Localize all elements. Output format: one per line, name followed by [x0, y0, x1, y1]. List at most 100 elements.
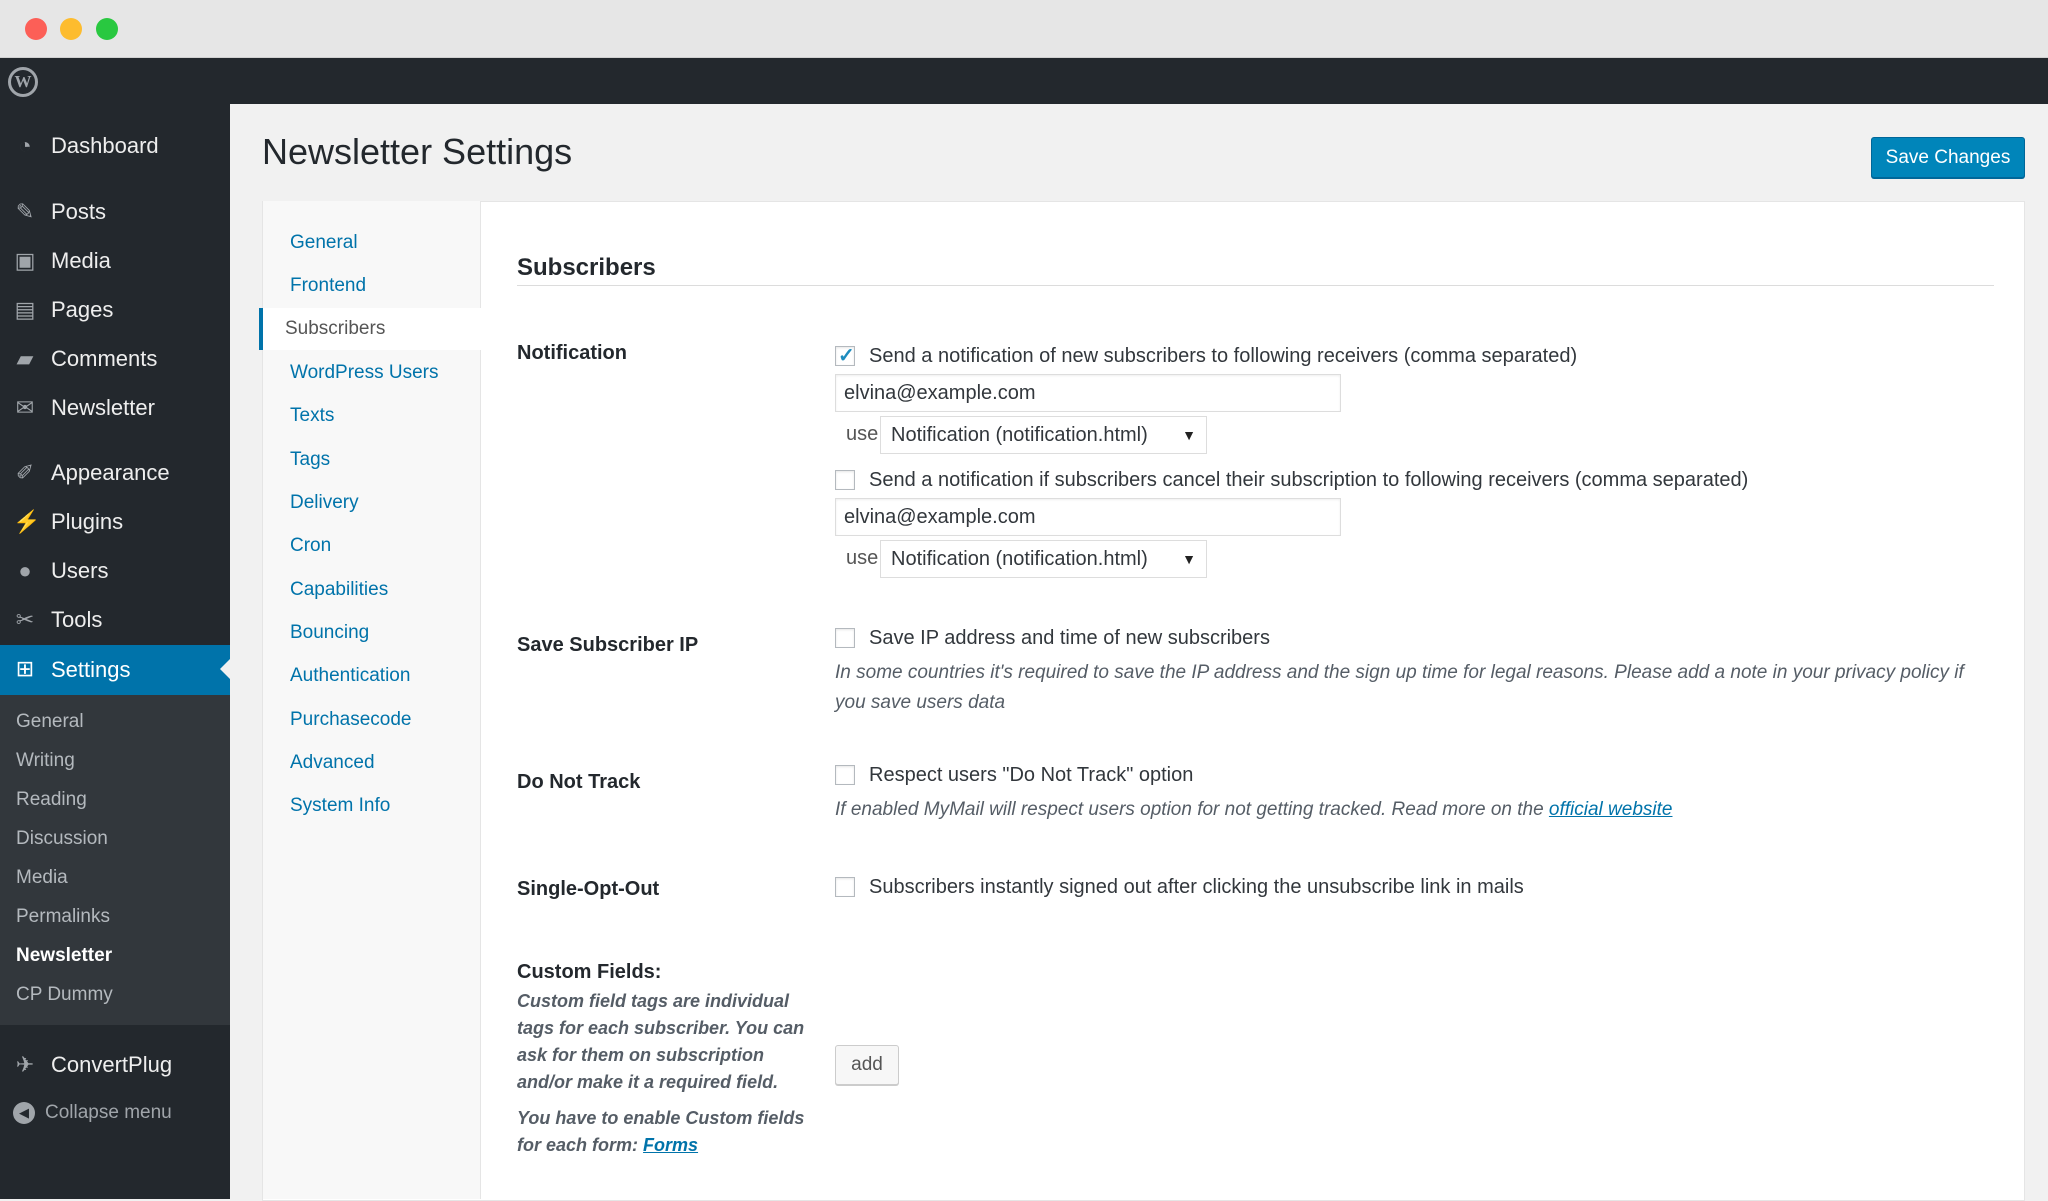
menu-item-pages[interactable]: ▤ Pages: [0, 286, 230, 334]
envelope-icon: ✉: [15, 395, 35, 420]
page-title: Newsletter Settings: [262, 131, 573, 172]
single-opt-out-text: Subscribers instantly signed out after c…: [869, 876, 1524, 898]
menu-item-comments[interactable]: ▰ Comments: [0, 335, 230, 383]
new-subscriber-notification-text: Send a notification of new subscribers t…: [869, 345, 1578, 367]
tab-cron[interactable]: Cron: [290, 534, 331, 558]
tab-bouncing[interactable]: Bouncing: [290, 621, 369, 645]
select-value: Notification (notification.html): [891, 424, 1148, 446]
user-icon: ●: [18, 558, 32, 583]
cancel-notification-text: Send a notification if subscribers cance…: [869, 469, 1749, 491]
save-ip-text: Save IP address and time of new subscrib…: [869, 627, 1270, 649]
use-label: use: [846, 547, 879, 569]
menu-item-label: ConvertPlug: [51, 1052, 173, 1077]
tab-texts[interactable]: Texts: [290, 404, 334, 428]
menu-item-label: Posts: [51, 199, 107, 224]
save-changes-button[interactable]: Save Changes: [1871, 137, 2025, 178]
menu-item-label: Newsletter: [51, 395, 155, 420]
new-subscriber-email-input[interactable]: elvina@example.com: [835, 374, 1341, 412]
media-icon: ▣: [14, 248, 36, 273]
notification-label: Notification: [517, 342, 627, 364]
tab-advanced[interactable]: Advanced: [290, 751, 375, 775]
menu-item-posts[interactable]: ✎ Posts: [0, 188, 230, 236]
admin-bar: W: [0, 58, 2048, 104]
minimize-window-button[interactable]: [60, 18, 82, 40]
menu-item-settings[interactable]: ⊞ Settings: [0, 645, 230, 695]
menu-item-appearance[interactable]: ✐ Appearance: [0, 449, 230, 497]
use-label: use: [846, 423, 879, 445]
submenu-item-reading[interactable]: Reading: [16, 788, 87, 812]
cancel-template-select[interactable]: Notification (notification.html) ▼: [880, 540, 1207, 578]
submenu-item-general[interactable]: General: [16, 710, 84, 734]
submenu-item-discussion[interactable]: Discussion: [16, 827, 108, 851]
checkmark-icon: ✓: [838, 345, 855, 367]
custom-fields-description: Custom field tags are individual tags fo…: [517, 991, 805, 1092]
official-website-link[interactable]: official website: [1549, 799, 1673, 820]
submenu-item-permalinks[interactable]: Permalinks: [16, 905, 110, 929]
tab-tags[interactable]: Tags: [290, 448, 330, 472]
tab-system-info[interactable]: System Info: [290, 794, 390, 818]
add-custom-field-button[interactable]: add: [835, 1045, 899, 1085]
do-not-track-text: Respect users "Do Not Track" option: [869, 764, 1194, 786]
cancel-email-input[interactable]: elvina@example.com: [835, 498, 1341, 536]
menu-item-label: Media: [51, 248, 111, 273]
menu-item-label: Pages: [51, 297, 114, 322]
new-subscriber-notification-checkbox[interactable]: ✓: [835, 345, 855, 367]
submenu-item-newsletter[interactable]: Newsletter: [16, 944, 112, 968]
do-not-track-label: Do Not Track: [517, 771, 641, 793]
cancel-notification-checkbox[interactable]: [835, 470, 855, 490]
new-subscriber-template-select[interactable]: Notification (notification.html) ▼: [880, 416, 1207, 454]
menu-item-dashboard[interactable]: ◔ Dashboard: [0, 122, 230, 170]
convertplug-icon: ✈: [15, 1052, 35, 1077]
save-ip-label: Save Subscriber IP: [517, 634, 699, 656]
menu-item-tools[interactable]: ✂ Tools: [0, 596, 230, 644]
single-opt-out-label: Single-Opt-Out: [517, 878, 660, 900]
pin-icon: ✎: [15, 199, 35, 224]
menu-item-label: Appearance: [51, 460, 170, 485]
tab-capabilities[interactable]: Capabilities: [290, 578, 388, 602]
settings-icon: ⊞: [15, 656, 35, 681]
tab-wordpress-users[interactable]: WordPress Users: [290, 361, 439, 385]
select-value: Notification (notification.html): [891, 548, 1148, 570]
menu-item-label: Users: [51, 558, 109, 583]
menu-item-users[interactable]: ● Users: [0, 547, 230, 595]
tab-frontend[interactable]: Frontend: [290, 274, 366, 298]
tab-delivery[interactable]: Delivery: [290, 491, 359, 515]
brush-icon: ✐: [15, 460, 35, 485]
save-ip-description: In some countries it's required to save …: [835, 662, 1964, 713]
do-not-track-checbox[interactable]: [835, 765, 855, 785]
section-title: Subscribers: [517, 254, 656, 281]
pages-icon: ▤: [14, 297, 36, 322]
menu-item-media[interactable]: ▣ Media: [0, 237, 230, 285]
custom-fields-label: Custom Fields:: [517, 961, 662, 983]
zoom-window-button[interactable]: [96, 18, 118, 40]
forms-link[interactable]: Forms: [643, 1135, 698, 1155]
current-menu-arrow: [220, 659, 230, 679]
wordpress-logo-icon[interactable]: W: [8, 67, 38, 97]
dashboard-icon: ◔: [18, 133, 32, 158]
menu-item-convertplug[interactable]: ✈ ConvertPlug: [0, 1041, 230, 1089]
menu-item-label: Comments: [51, 346, 158, 371]
tab-subscribers[interactable]: Subscribers: [259, 308, 483, 350]
tab-general[interactable]: General: [290, 231, 358, 255]
plug-icon: ⚡: [13, 509, 41, 534]
menu-item-label: Tools: [51, 607, 103, 632]
collapse-menu-button[interactable]: ◀ Collapse menu: [13, 1102, 172, 1124]
tab-purchasecode[interactable]: Purchasecode: [290, 708, 411, 732]
submenu-item-writing[interactable]: Writing: [16, 749, 75, 773]
submenu-item-media[interactable]: Media: [16, 866, 68, 890]
single-opt-out-checkbox[interactable]: [835, 877, 855, 897]
menu-item-label: Settings: [51, 657, 131, 682]
menu-item-label: Plugins: [51, 509, 124, 534]
menu-item-label: Dashboard: [51, 133, 159, 158]
admin-sidebar: ◔ Dashboard ✎ Posts ▣ Media ▤ Pages ▰ Co…: [0, 104, 230, 1199]
do-not-track-description: If enabled MyMail will respect users opt…: [835, 795, 1672, 825]
tab-authentication[interactable]: Authentication: [290, 664, 410, 688]
close-window-button[interactable]: [25, 18, 47, 40]
collapse-arrow-icon: ◀: [13, 1102, 35, 1124]
settings-submenu: [0, 695, 230, 1025]
menu-item-newsletter[interactable]: ✉ Newsletter: [0, 384, 230, 432]
menu-item-plugins[interactable]: ⚡ Plugins: [0, 498, 230, 546]
dropdown-arrow-icon: ▼: [1182, 551, 1196, 567]
save-ip-checkbox[interactable]: [835, 628, 855, 648]
submenu-item-cp-dummy[interactable]: CP Dummy: [16, 983, 113, 1007]
